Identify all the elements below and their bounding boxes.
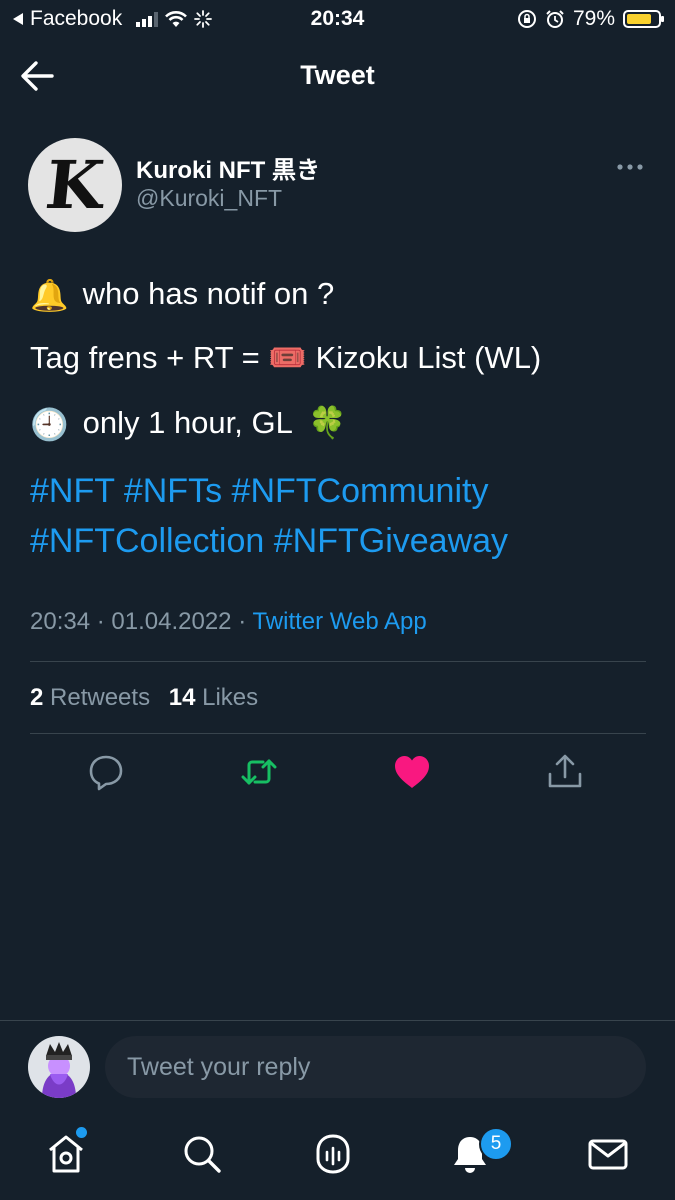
hashtags: #NFT #NFTs #NFTCommunity #NFTCollection … xyxy=(30,466,650,566)
hashtag-link[interactable]: #NFTCollection xyxy=(30,522,264,560)
messages-icon[interactable] xyxy=(586,1132,630,1176)
hashtag-link[interactable]: #NFTs xyxy=(124,472,222,510)
likes-count: 14 xyxy=(168,684,196,711)
avatar-logo: K xyxy=(42,146,108,224)
alarm-icon xyxy=(546,10,564,28)
tweet-line-3: 🕘 only 1 hour, GL 🍀 xyxy=(30,403,347,445)
ticket-emoji-icon: 🎟️ xyxy=(268,340,307,375)
tweet-source-link[interactable]: Twitter Web App xyxy=(252,608,426,635)
tweet-text-3: only 1 hour, GL xyxy=(82,405,292,440)
hashtag-link[interactable]: #NFTGiveaway xyxy=(274,522,508,560)
tweet-text-2: Tag frens + RT = xyxy=(30,340,269,375)
divider xyxy=(0,1020,675,1021)
like-icon[interactable] xyxy=(392,752,432,792)
retweet-icon[interactable] xyxy=(239,752,279,792)
spaces-icon[interactable] xyxy=(311,1132,355,1176)
home-icon[interactable] xyxy=(44,1132,88,1176)
clock-emoji-icon: 🕘 xyxy=(30,406,69,442)
hashtag-link[interactable]: #NFTCommunity xyxy=(232,472,489,510)
status-bar: Facebook 20:34 79% xyxy=(0,0,675,40)
page-title: Tweet xyxy=(300,60,375,90)
my-avatar-image xyxy=(28,1036,90,1098)
meta-separator: · xyxy=(96,608,105,635)
meta-separator: · xyxy=(238,608,247,635)
tweet-date: 01.04.2022 xyxy=(111,608,232,635)
tweet-stats: 2 Retweets 14 Likes xyxy=(30,684,258,712)
top-bar: Tweet xyxy=(0,48,675,104)
home-unread-dot xyxy=(76,1127,87,1138)
notifications-badge: 5 xyxy=(479,1127,513,1161)
tweet-text-2b: Kizoku List (WL) xyxy=(306,340,542,375)
tweet-text-1: who has notif on ? xyxy=(82,276,335,311)
tweet-meta: 20:34 · 01.04.2022 · Twitter Web App xyxy=(30,608,427,636)
my-avatar[interactable] xyxy=(28,1036,90,1098)
clover-emoji-icon: 🍀 xyxy=(308,405,347,440)
more-options-icon[interactable] xyxy=(614,158,646,176)
retweets-stat[interactable]: 2 Retweets xyxy=(30,684,150,711)
author-handle[interactable]: @Kuroki_NFT xyxy=(136,185,282,212)
reply-input[interactable] xyxy=(105,1036,646,1098)
search-icon[interactable] xyxy=(180,1132,224,1176)
likes-label: Likes xyxy=(202,684,259,711)
reply-icon[interactable] xyxy=(86,752,126,792)
bell-emoji-icon: 🔔 xyxy=(30,277,69,313)
battery-icon xyxy=(623,10,664,28)
tweet-line-2: Tag frens + RT = 🎟️ Kizoku List (WL) xyxy=(30,338,541,378)
author-name[interactable]: Kuroki NFT 黒き xyxy=(136,150,320,185)
battery-percent: 79% xyxy=(572,7,615,30)
hashtag-link[interactable]: #NFT xyxy=(30,472,114,510)
divider xyxy=(30,661,646,662)
likes-stat[interactable]: 14 Likes xyxy=(169,684,258,711)
tweet-time: 20:34 xyxy=(30,608,91,635)
retweets-label: Retweets xyxy=(50,684,151,711)
tweet-line-1: 🔔 who has notif on ? xyxy=(30,274,334,316)
divider xyxy=(30,733,646,734)
retweets-count: 2 xyxy=(30,684,44,711)
tweet-actions xyxy=(0,752,675,798)
orientation-lock-icon xyxy=(517,10,536,28)
author-avatar[interactable]: K xyxy=(28,138,122,232)
share-icon[interactable] xyxy=(545,752,585,792)
